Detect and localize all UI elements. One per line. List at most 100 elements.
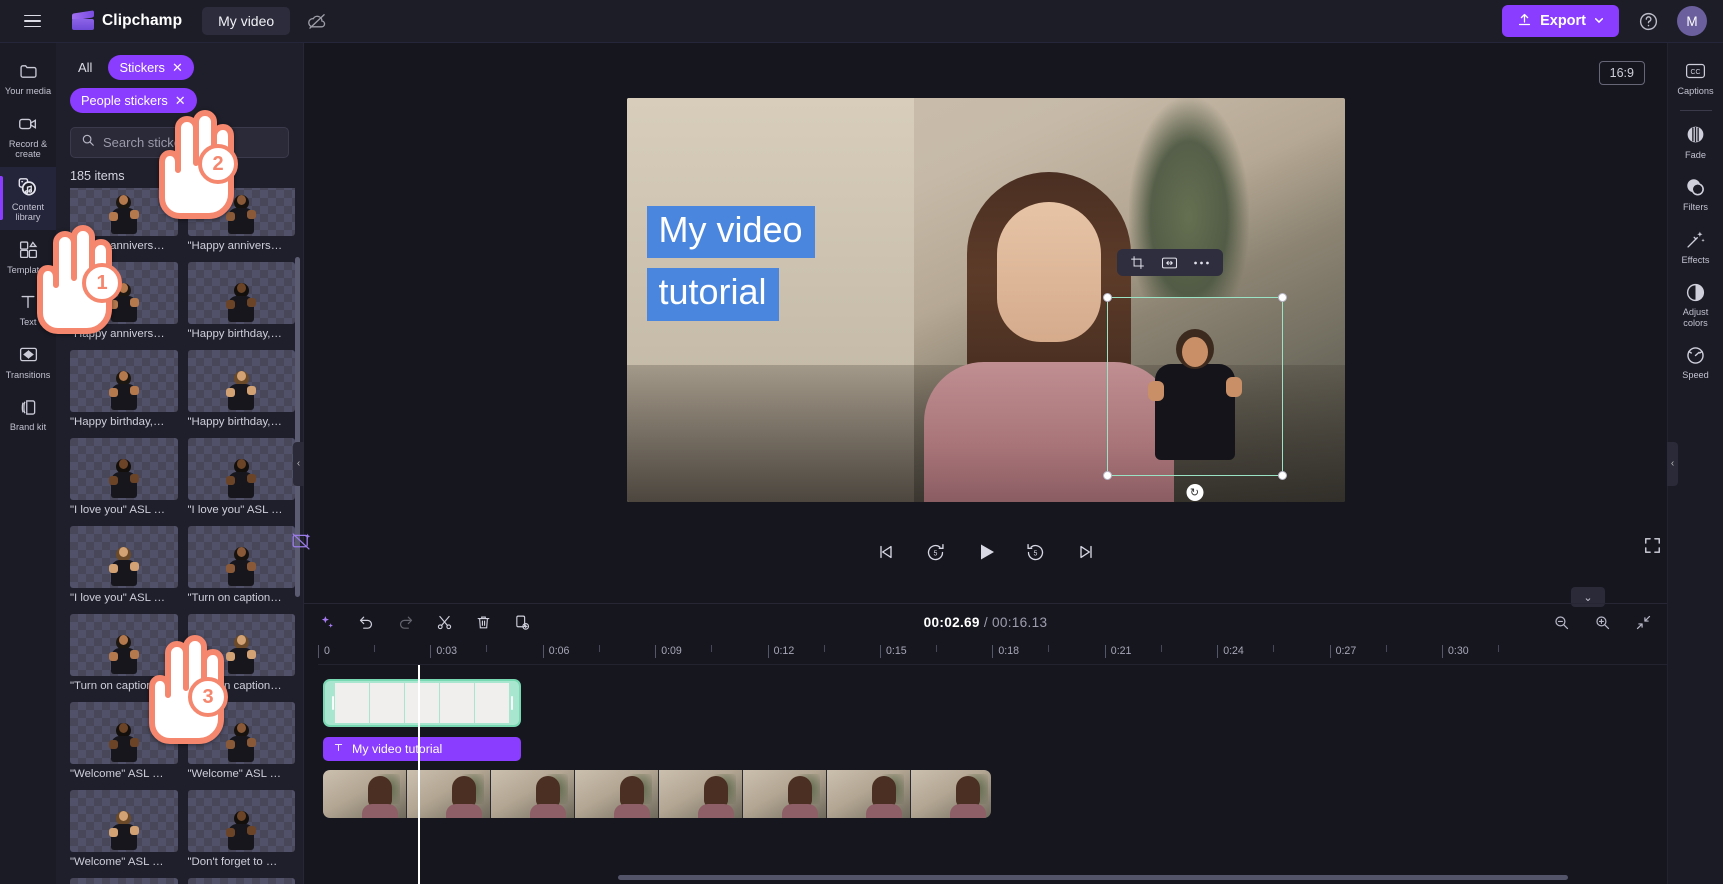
right-item-label: Effects <box>1681 254 1710 265</box>
rewind-5s-button[interactable]: 5 <box>924 540 948 564</box>
sticker-item[interactable]: "Welcome" ASL … <box>187 702 295 786</box>
sticker-item[interactable]: "Happy birthday,… <box>70 350 178 434</box>
sticker-item[interactable]: "I love you" ASL … <box>70 526 178 610</box>
stickers-chip[interactable]: Stickers ✕ <box>108 55 194 80</box>
play-button[interactable] <box>974 540 998 564</box>
sticker-item[interactable]: "Don't forget to … <box>187 878 295 884</box>
zoom-in-button[interactable] <box>1593 613 1612 632</box>
sticker-item[interactable]: "I love you" ASL … <box>187 438 295 522</box>
sticker-caption: "I love you" ASL … <box>187 504 283 516</box>
chip-all[interactable]: All <box>70 55 100 80</box>
sidebar-label: Record & create <box>8 138 48 160</box>
sticker-caption: "Happy annivers… <box>187 240 283 252</box>
ruler-tick: 0:18 <box>992 645 1019 658</box>
sidebar-item-content-library[interactable]: Content library <box>0 166 56 230</box>
skip-to-start-button[interactable] <box>874 540 898 564</box>
sticker-thumbnail <box>187 526 295 588</box>
delete-button[interactable] <box>474 613 493 632</box>
right-item-adjust-colors[interactable]: Adjust colors <box>1668 272 1723 335</box>
sidebar-item-record-create[interactable]: Record & create <box>0 104 56 167</box>
split-button[interactable] <box>435 613 454 632</box>
video-preview[interactable]: My video tutorial ↻ <box>626 98 1345 502</box>
right-item-fade[interactable]: Fade <box>1668 115 1723 168</box>
sticker-item[interactable]: "Turn on caption… <box>187 526 295 610</box>
sticker-caption: "Happy birthday,… <box>187 328 282 340</box>
sticker-item[interactable]: "Happy birthday,… <box>187 350 295 434</box>
sticker-item[interactable]: "Turn on caption… <box>70 614 178 698</box>
sidebar-item-templates[interactable]: Templates <box>0 230 56 283</box>
sticker-clip[interactable] <box>323 679 521 727</box>
sticker-item[interactable]: "Happy annivers… <box>187 188 295 258</box>
resize-handle-tl[interactable] <box>1102 293 1112 302</box>
sticker-grid-scroll[interactable]: "Happy annivers… "Happy annivers… "Happy a… <box>56 188 303 884</box>
close-icon[interactable]: ✕ <box>175 94 186 107</box>
selected-sticker-overlay[interactable]: ↻ <box>1102 293 1287 501</box>
sticker-caption: "Turn on caption… <box>187 592 282 604</box>
close-icon[interactable]: ✕ <box>172 61 183 74</box>
right-item-effects[interactable]: Effects <box>1668 220 1723 273</box>
cloud-off-icon[interactable] <box>304 8 330 34</box>
ruler-minor-tick <box>374 645 375 652</box>
export-button[interactable]: Export <box>1502 5 1619 37</box>
undo-button[interactable] <box>357 613 376 632</box>
svg-text:5: 5 <box>1034 550 1038 557</box>
search-box[interactable] <box>70 127 289 158</box>
sidebar-item-your-media[interactable]: Your media <box>0 51 56 104</box>
resize-handle-bl[interactable] <box>1102 471 1112 480</box>
skip-to-end-button[interactable] <box>1074 540 1098 564</box>
avatar[interactable]: M <box>1677 6 1707 36</box>
timeline-zoom-controls <box>1552 613 1653 632</box>
fullscreen-icon[interactable] <box>1643 536 1665 558</box>
text-clip[interactable]: My video tutorial <box>323 737 521 761</box>
trim-handle-right[interactable] <box>507 692 516 714</box>
hamburger-menu-icon[interactable] <box>14 3 50 39</box>
right-item-captions[interactable]: CC Captions <box>1668 51 1723 104</box>
playhead[interactable] <box>418 665 420 884</box>
auto-captions-off-icon[interactable] <box>291 530 313 552</box>
sidebar-label: Text <box>19 317 37 327</box>
sidebar-item-transitions[interactable]: Transitions <box>0 335 56 388</box>
collapse-library-button[interactable]: ‹ <box>293 441 304 486</box>
crop-icon[interactable] <box>1129 254 1147 272</box>
help-circle-icon[interactable] <box>1633 6 1663 36</box>
asl-figure <box>226 192 257 234</box>
sticker-item[interactable]: "Don't forget to … <box>187 790 295 874</box>
sticker-caption: "I love you" ASL … <box>70 504 166 516</box>
video-clip[interactable] <box>323 770 991 818</box>
timeline-ruler[interactable]: 0 0:03 0:06 0:09 0:12 0:15 0:18 0:21 0:24 0:27 0:3… <box>318 641 1667 665</box>
aspect-ratio-badge[interactable]: 16:9 <box>1598 61 1645 85</box>
ai-tools-button[interactable] <box>318 613 337 632</box>
right-item-filters[interactable]: Filters <box>1668 167 1723 220</box>
sticker-caption: "Happy annivers… <box>70 328 165 340</box>
fit-width-icon[interactable] <box>1161 254 1179 272</box>
right-item-speed[interactable]: Speed <box>1668 335 1723 388</box>
sticker-item[interactable]: "Turn on caption… <box>187 614 295 698</box>
resize-handle-br[interactable] <box>1277 471 1287 480</box>
project-title-field[interactable]: My video <box>202 7 291 35</box>
sticker-thumbnail <box>187 614 295 676</box>
search-input[interactable] <box>103 135 279 150</box>
redo-button[interactable] <box>396 613 415 632</box>
text-overlay[interactable]: My video tutorial <box>646 206 815 321</box>
forward-5s-button[interactable]: 5 <box>1024 540 1048 564</box>
more-horizontal-icon[interactable] <box>1193 254 1211 272</box>
sticker-item[interactable]: "Don't forget to … <box>70 878 178 884</box>
people-stickers-chip[interactable]: People stickers ✕ <box>70 88 197 113</box>
sticker-thumbnail <box>70 790 178 852</box>
resize-handle-tr[interactable] <box>1277 293 1287 302</box>
timeline-horizontal-scrollbar[interactable] <box>618 875 1568 880</box>
collapse-right-panel-button[interactable]: ‹ <box>1667 441 1678 486</box>
zoom-out-button[interactable] <box>1552 613 1571 632</box>
fit-timeline-button[interactable] <box>1634 613 1653 632</box>
sticker-item[interactable]: "Welcome" ASL … <box>70 702 178 786</box>
sticker-item[interactable]: "Happy annivers… <box>70 188 178 258</box>
sticker-item[interactable]: "Happy birthday,… <box>187 262 295 346</box>
trim-handle-left[interactable] <box>328 692 337 714</box>
sticker-item[interactable]: "Welcome" ASL … <box>70 790 178 874</box>
sidebar-item-text[interactable]: Text <box>0 282 56 335</box>
rotate-handle[interactable]: ↻ <box>1186 484 1203 501</box>
duplicate-button[interactable] <box>513 613 532 632</box>
sticker-item[interactable]: "I love you" ASL … <box>70 438 178 522</box>
sidebar-item-brand-kit[interactable]: Brand kit <box>0 387 56 440</box>
sticker-item[interactable]: "Happy annivers… <box>70 262 178 346</box>
